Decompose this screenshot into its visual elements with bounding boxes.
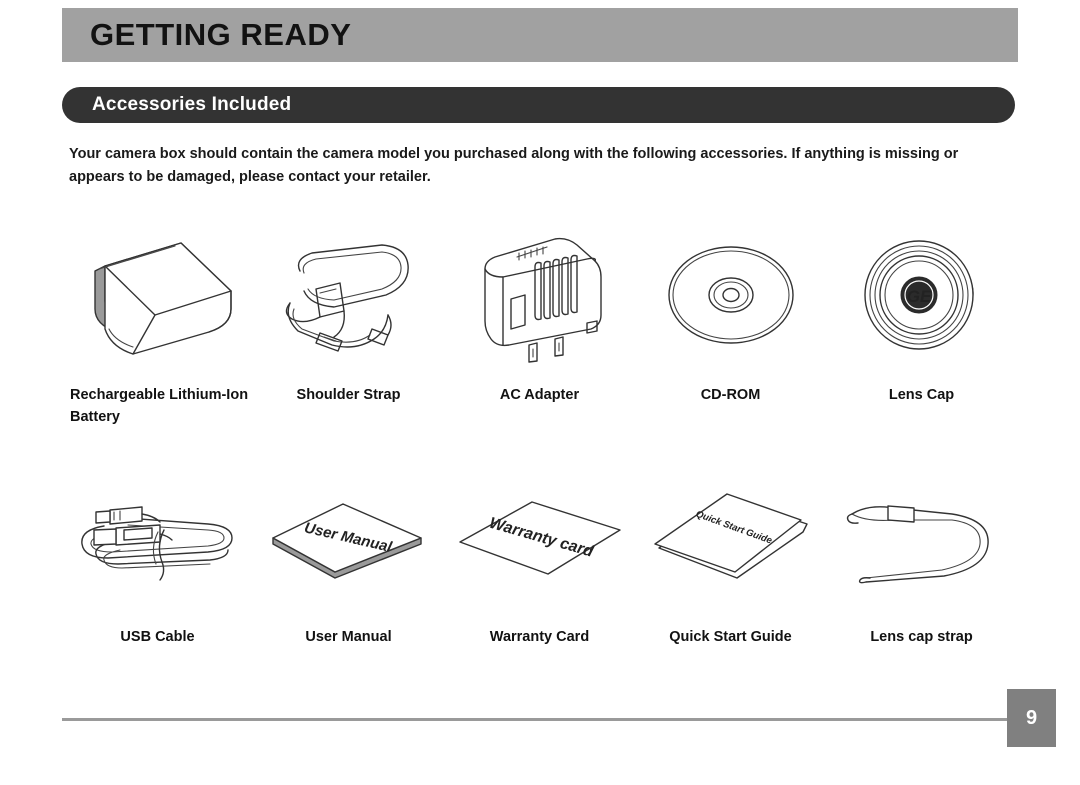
warranty-card-icon: Warranty card (444, 470, 635, 610)
accessory-item-shoulder-strap: Shoulder Strap (253, 228, 444, 428)
accessory-caption: Lens Cap (888, 387, 955, 403)
accessory-item-lens-cap: GE Lens Cap (826, 228, 1017, 428)
accessories-row-1: Rechargeable Lithium-Ion Battery Shoulde… (62, 228, 1018, 428)
accessory-item-lens-cap-strap: Lens cap strap (826, 470, 1017, 648)
usb-cable-icon (62, 470, 253, 610)
battery-icon (62, 228, 253, 368)
accessory-caption: Quick Start Guide (669, 629, 792, 645)
page-number: 9 (1025, 706, 1038, 729)
ge-logo-text: GE (906, 287, 931, 306)
user-manual-icon: User Manual (253, 470, 444, 610)
accessory-caption: AC Adapter (499, 387, 580, 403)
accessory-item-warranty-card: Warranty card Warranty Card (444, 470, 635, 648)
accessory-item-cd-rom: CD-ROM (635, 228, 826, 428)
page-number-box: 9 (1007, 689, 1056, 747)
accessory-item-battery: Rechargeable Lithium-Ion Battery (62, 228, 253, 428)
accessory-item-quick-start-guide: Quick Start Guide Quick Start Guide (635, 470, 826, 648)
accessory-caption: Lens cap strap (870, 629, 973, 645)
footer-divider (62, 718, 1007, 721)
quick-start-guide-icon: Quick Start Guide (635, 470, 826, 610)
ac-adapter-icon (444, 228, 635, 368)
accessory-caption: CD-ROM (700, 387, 761, 403)
accessory-caption: User Manual (305, 629, 392, 645)
cd-rom-icon (635, 228, 826, 368)
page-header-band: GETTING READY (62, 8, 1018, 62)
accessory-caption: USB Cable (120, 629, 195, 645)
accessory-caption: Rechargeable Lithium-Ion Battery (70, 387, 249, 425)
accessory-item-usb-cable: USB Cable (62, 470, 253, 648)
lens-cap-icon: GE (826, 228, 1017, 368)
section-title: Accessories Included (92, 94, 292, 115)
shoulder-strap-icon (253, 228, 444, 368)
page-title: GETTING READY (90, 17, 352, 52)
section-header-bar: Accessories Included (62, 87, 1015, 123)
accessory-caption: Shoulder Strap (296, 387, 401, 403)
manual-page: GETTING READY Accessories Included Your … (0, 0, 1080, 785)
lens-cap-strap-icon (826, 470, 1017, 610)
accessory-caption: Warranty Card (489, 629, 590, 645)
accessory-item-user-manual: User Manual User Manual (253, 470, 444, 648)
accessories-row-2: USB Cable User Manual User Manual Warran… (62, 470, 1018, 648)
intro-paragraph: Your camera box should contain the camer… (69, 146, 959, 185)
accessory-item-ac-adapter: AC Adapter (444, 228, 635, 428)
